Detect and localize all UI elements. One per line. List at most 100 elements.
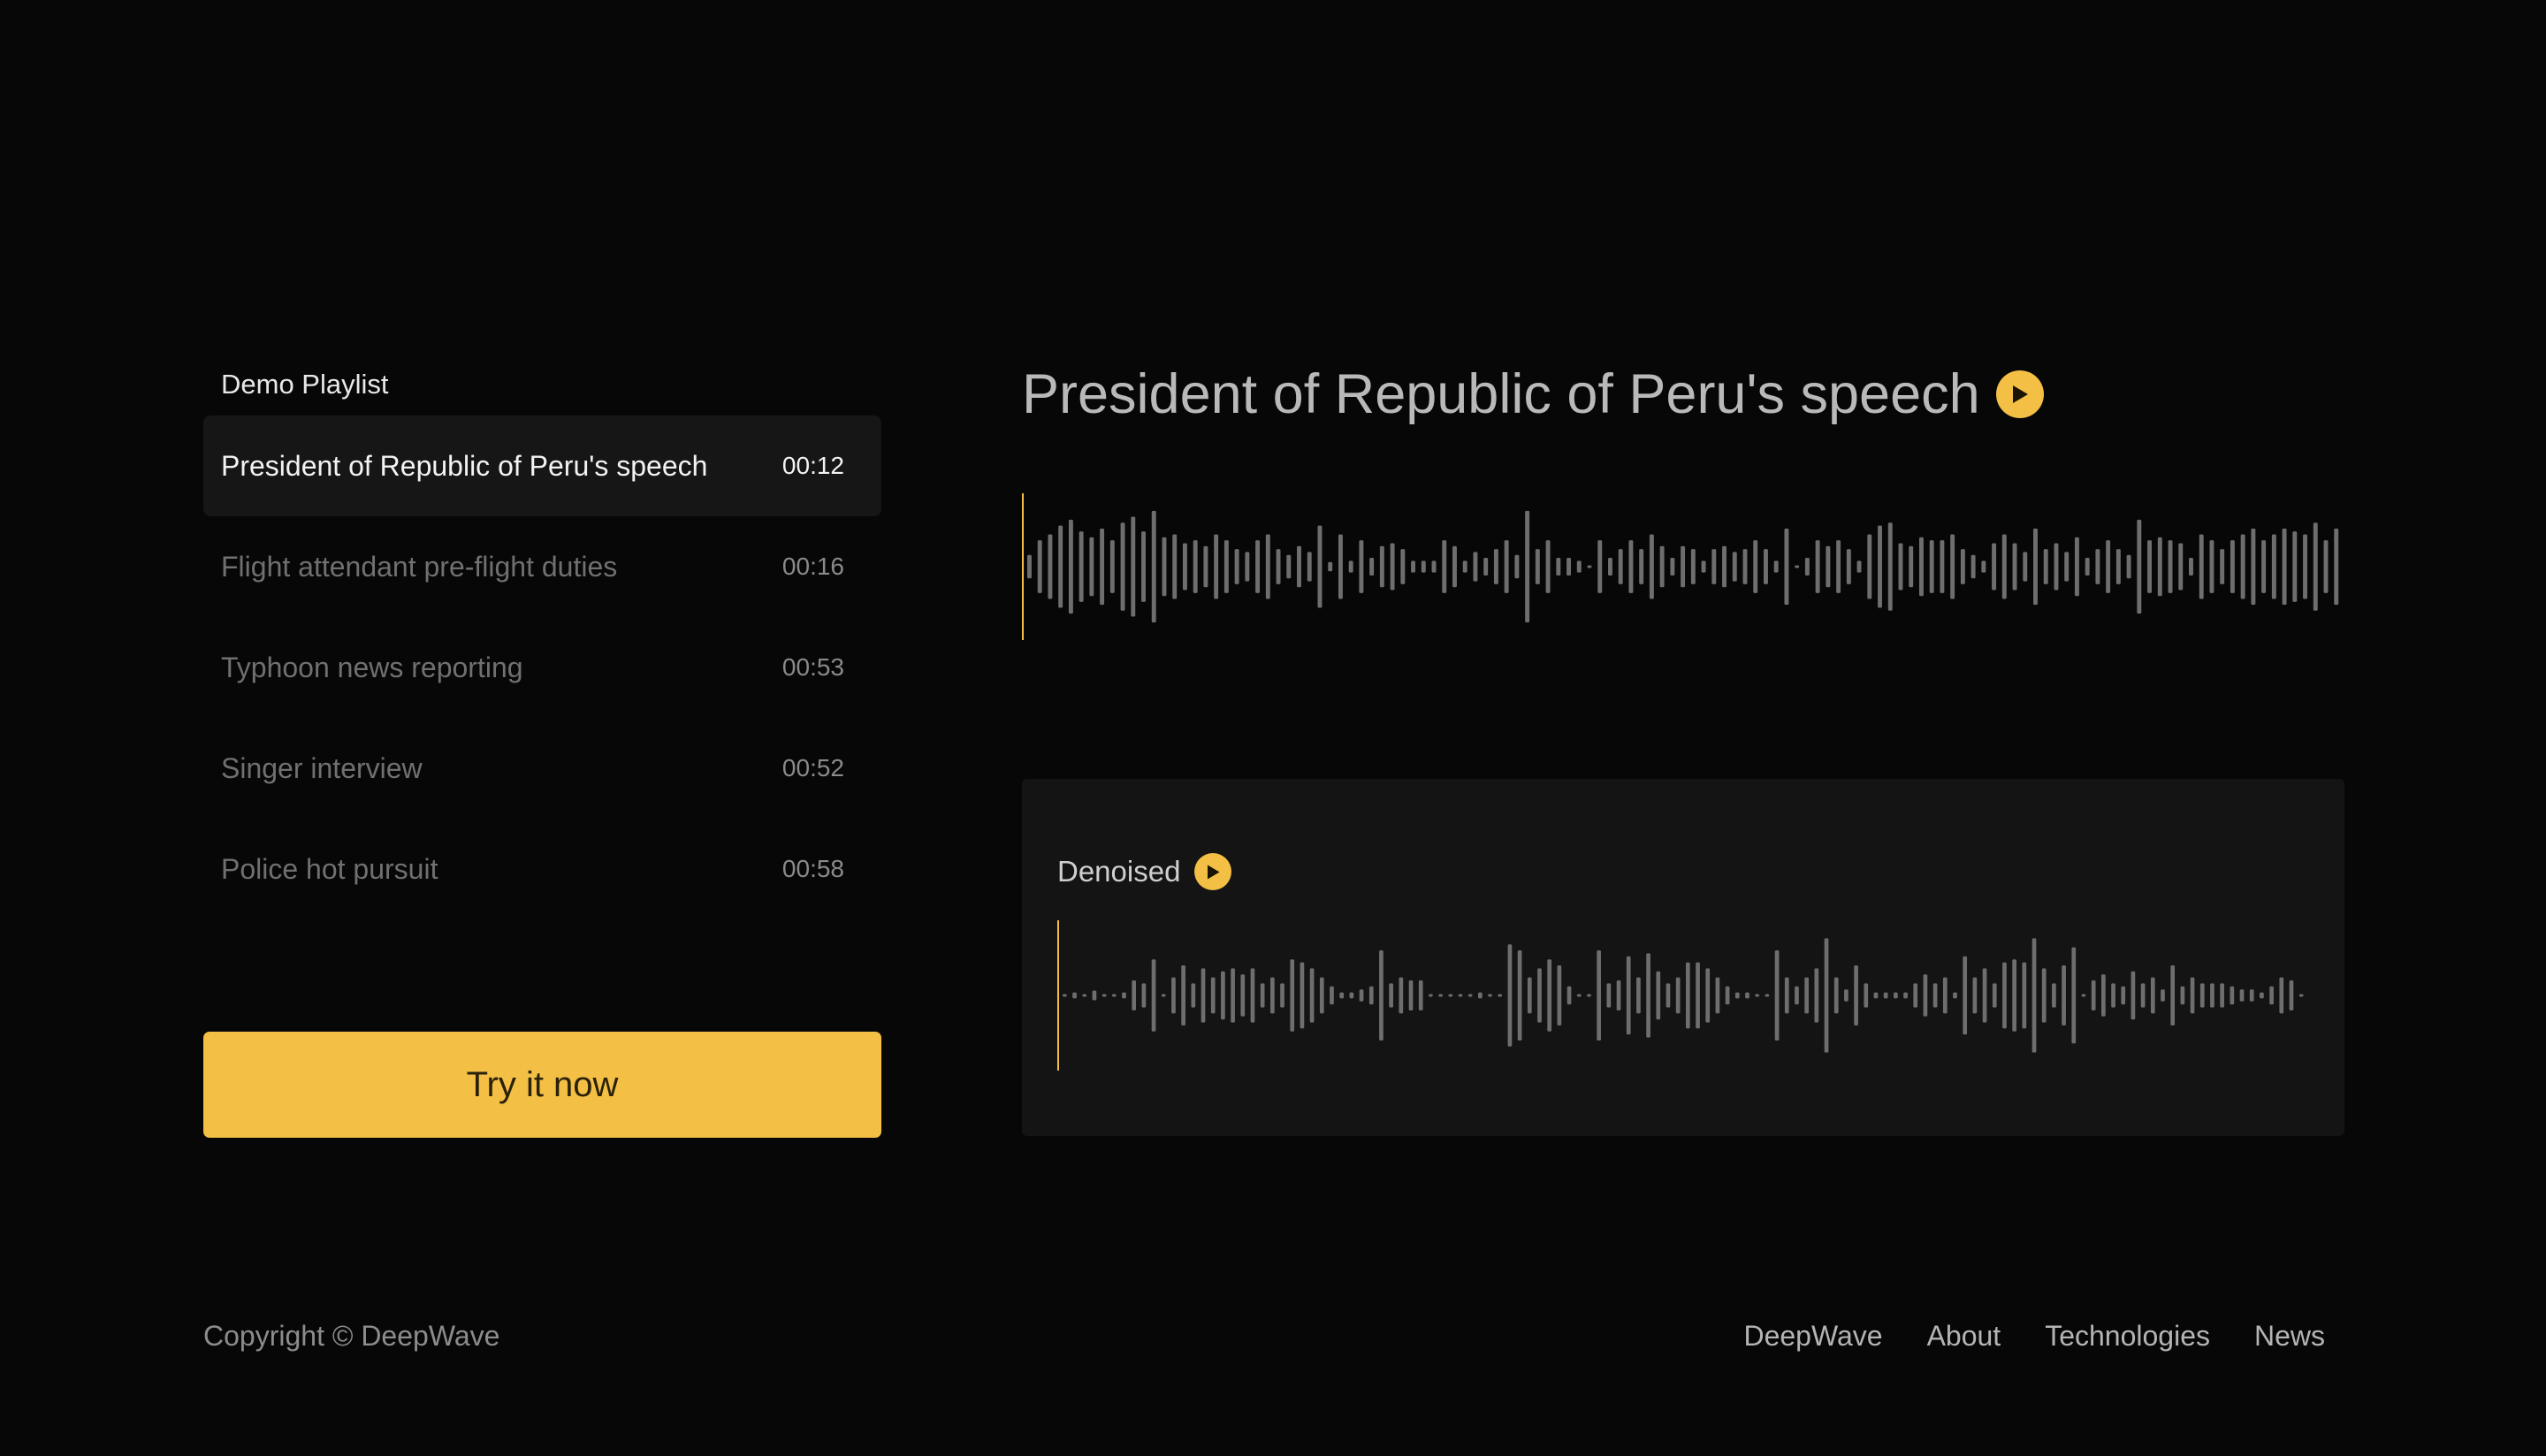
waveform-bar	[1473, 552, 1478, 582]
waveform-bar	[2239, 989, 2245, 1002]
waveform-bar	[2334, 528, 2339, 606]
waveform-bar	[1467, 994, 1473, 997]
playlist-item-peru-speech[interactable]: President of Republic of Peru's speech 0…	[203, 415, 881, 516]
track-duration: 00:52	[781, 754, 844, 781]
waveform-bar	[1223, 540, 1229, 593]
waveform-bar	[1151, 959, 1156, 1032]
waveform-bar	[1795, 565, 1800, 568]
original-waveform[interactable]	[1022, 493, 2344, 640]
footer-link-about[interactable]: About	[1927, 1320, 2001, 1353]
waveform-bar	[1161, 994, 1166, 997]
waveform-bar	[2131, 971, 2136, 1020]
denoised-waveform[interactable]	[1057, 920, 2309, 1071]
waveform-bar	[1725, 986, 1730, 1005]
playlist-title: Demo Playlist	[221, 369, 389, 400]
waveform-bar	[1359, 540, 1364, 593]
waveform-bar	[1696, 962, 1700, 1029]
waveform-bar	[2190, 977, 2195, 1014]
waveform-bar	[2012, 959, 2016, 1032]
waveform-bar	[2271, 534, 2276, 599]
waveform-bar	[1815, 540, 1820, 593]
waveform-bar	[2282, 528, 2287, 606]
waveform-bar	[1784, 977, 1789, 1014]
waveform-bar	[1732, 552, 1737, 582]
play-original-button[interactable]	[1995, 370, 2044, 418]
footer-link-technologies[interactable]: Technologies	[2045, 1320, 2210, 1353]
waveform-bar	[1715, 977, 1720, 1014]
playhead[interactable]	[1057, 920, 1059, 1071]
waveform-bar	[1537, 968, 1542, 1023]
waveform-bar	[1527, 977, 1532, 1014]
waveform-bar	[1389, 983, 1393, 1008]
waveform-bar	[1214, 534, 1219, 599]
waveform-bar	[1681, 545, 1686, 588]
playlist-item-flight-attendant[interactable]: Flight attendant pre-flight duties 00:16	[203, 516, 881, 617]
waveform-bar	[1462, 560, 1467, 573]
waveform-bar	[1824, 938, 1829, 1053]
waveform-bar	[1458, 994, 1463, 997]
waveform-bar	[1755, 994, 1760, 997]
waveform-bar	[1878, 525, 1882, 608]
waveform-bar	[1504, 540, 1509, 593]
waveform-bar	[2161, 989, 2165, 1002]
try-it-now-button[interactable]: Try it now	[203, 1032, 881, 1138]
waveform-bar	[1399, 977, 1404, 1014]
waveform-bar	[2289, 980, 2294, 1010]
waveform-bar	[2137, 519, 2142, 614]
waveform-bar	[2249, 989, 2254, 1002]
waveform-bar	[1201, 968, 1206, 1023]
waveform-bar	[1784, 528, 1789, 606]
waveform-bar	[2261, 540, 2267, 593]
waveform-bar	[1182, 543, 1187, 591]
playlist-item-police-pursuit[interactable]: Police hot pursuit 00:58	[203, 819, 881, 919]
waveform-bar	[1151, 510, 1156, 623]
play-denoised-button[interactable]	[1194, 853, 1232, 890]
playlist-item-typhoon-news[interactable]: Typhoon news reporting 00:53	[203, 617, 881, 718]
waveform-bar	[1063, 994, 1067, 997]
waveform-bar	[2313, 522, 2318, 611]
waveform-bar	[2199, 534, 2204, 599]
waveform-bar	[1234, 549, 1239, 584]
footer-link-news[interactable]: News	[2254, 1320, 2325, 1353]
waveform-bar	[1141, 531, 1146, 602]
waveform-bar	[1666, 983, 1671, 1008]
waveform-bar	[2147, 540, 2153, 593]
waveform-bar	[1369, 558, 1375, 576]
waveform-bar	[1576, 560, 1582, 573]
denoised-header: Denoised	[1057, 853, 1232, 890]
track-duration: 00:16	[781, 553, 844, 580]
waveform-bar	[1172, 534, 1178, 599]
track-duration: 00:53	[781, 653, 844, 681]
waveform-bar	[1286, 554, 1292, 579]
waveform-bar	[1109, 540, 1115, 593]
waveform-bar	[2292, 531, 2298, 602]
waveform-bar	[1390, 543, 1395, 591]
waveform-bar	[1909, 545, 1914, 588]
waveform-bar	[2251, 528, 2256, 606]
waveform-bar	[1628, 540, 1634, 593]
waveform-bar	[1260, 983, 1265, 1008]
waveform-bar	[1992, 543, 1997, 591]
waveform-bar	[1270, 977, 1275, 1014]
waveform-bar	[1089, 537, 1094, 597]
waveform-bar	[2180, 986, 2185, 1005]
waveform-bar	[1587, 565, 1592, 568]
playlist-item-singer-interview[interactable]: Singer interview 00:52	[203, 718, 881, 819]
waveform-bar	[1690, 549, 1696, 584]
waveform-bar	[1854, 965, 1858, 1025]
waveform-bar	[1072, 992, 1077, 999]
playhead[interactable]	[1022, 493, 1024, 640]
waveform-bar	[1711, 549, 1717, 584]
waveform-bar	[1547, 959, 1552, 1032]
play-icon	[1207, 865, 1220, 879]
waveform-bar	[1606, 983, 1612, 1008]
waveform-bar	[2210, 983, 2214, 1008]
waveform-bar	[1616, 980, 1621, 1010]
waveform-bar	[1833, 977, 1839, 1014]
footer-link-deepwave[interactable]: DeepWave	[1743, 1320, 1882, 1353]
waveform-bar	[1942, 977, 1948, 1014]
waveform-bar	[1330, 986, 1334, 1005]
waveform-bar	[1763, 549, 1768, 584]
waveform-bar	[1836, 540, 1841, 593]
waveform-bar	[1338, 534, 1343, 599]
